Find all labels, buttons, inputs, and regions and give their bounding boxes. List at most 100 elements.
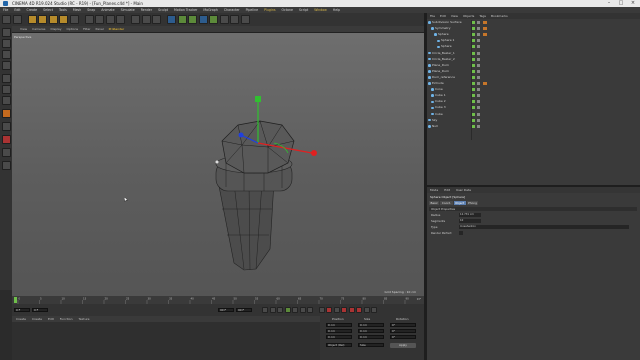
- object-row[interactable]: Cube 2: [427, 99, 640, 104]
- object-row[interactable]: Cube 1: [427, 93, 640, 98]
- size-x-field[interactable]: 0 cm: [358, 323, 384, 327]
- render-view-icon[interactable]: [131, 15, 140, 24]
- position-x-field[interactable]: 0 cm: [326, 323, 352, 327]
- current-frame-field[interactable]: 0 F: [14, 308, 30, 312]
- planar-workplane-icon[interactable]: [1, 161, 11, 170]
- preview-end-field[interactable]: 90 F: [236, 308, 252, 312]
- viewport-menu-filter[interactable]: Filter: [83, 27, 90, 31]
- scale-key-icon[interactable]: [348, 307, 355, 313]
- visibility-toggle-icon[interactable]: [472, 75, 475, 79]
- previous-frame-icon[interactable]: [277, 307, 283, 313]
- auto-keying-icon[interactable]: [326, 307, 332, 313]
- deformer-icon[interactable]: [209, 15, 218, 24]
- attribute-menu-edit[interactable]: Edit: [444, 188, 450, 192]
- phong-tag-icon[interactable]: [483, 26, 487, 31]
- subdivision-generator-icon[interactable]: [188, 15, 197, 24]
- visibility-toggle-icon[interactable]: [472, 112, 475, 116]
- object-menu-view[interactable]: View: [451, 14, 458, 18]
- move-tool-icon[interactable]: [38, 15, 47, 24]
- visibility-toggle-icon[interactable]: [472, 100, 475, 104]
- timeline-ruler[interactable]: 0 5 10 15 20 25 30 35 40 45 50 55 60 65 70 75 80 85 90 0 F: [12, 296, 424, 304]
- rotation-key-icon[interactable]: [356, 307, 362, 313]
- object-menu-tags[interactable]: Tags: [479, 14, 486, 18]
- param-render-perfect-field[interactable]: [459, 231, 463, 235]
- previous-key-icon[interactable]: [269, 307, 276, 313]
- menu-file[interactable]: File: [3, 8, 8, 12]
- menu-help[interactable]: Help: [333, 8, 340, 12]
- visibility-toggle-icon[interactable]: [472, 118, 475, 122]
- rotate-tool-icon[interactable]: [59, 15, 68, 24]
- menu-create[interactable]: Create: [27, 8, 38, 12]
- material-menu-texture[interactable]: Texture: [79, 317, 90, 321]
- attribute-menu-user-data[interactable]: User Data: [456, 188, 471, 192]
- render-toggle-icon[interactable]: [477, 88, 480, 92]
- object-menu-edit[interactable]: Edit: [440, 14, 446, 18]
- object-row[interactable]: Sky: [427, 118, 640, 123]
- render-settings-icon[interactable]: [152, 15, 161, 24]
- menu-sculpt[interactable]: Sculpt: [158, 8, 168, 12]
- y-axis-lock-icon[interactable]: [95, 15, 104, 24]
- object-row[interactable]: Extrude: [427, 81, 640, 86]
- recent-tools-icon[interactable]: [69, 15, 79, 24]
- visibility-toggle-icon[interactable]: [472, 88, 475, 92]
- visibility-toggle-icon[interactable]: [472, 33, 475, 37]
- viewport-menu-prorender[interactable]: ProRender: [109, 27, 124, 31]
- light-icon[interactable]: [240, 15, 250, 24]
- polygons-mode-icon[interactable]: [1, 96, 11, 105]
- render-toggle-icon[interactable]: [477, 21, 480, 24]
- rotation-b-field[interactable]: 0°: [390, 335, 416, 339]
- menu-window[interactable]: Window: [314, 8, 327, 12]
- object-row[interactable]: Subdivision Surface: [427, 20, 640, 25]
- object-row[interactable]: Circle_Bezier_1: [427, 51, 640, 56]
- menu-plugins[interactable]: Plugins: [264, 8, 275, 12]
- menu-render[interactable]: Render: [141, 8, 152, 12]
- playhead[interactable]: [14, 297, 17, 303]
- visibility-toggle-icon[interactable]: [472, 27, 475, 31]
- param-radius-field[interactable]: 12.731 cm: [459, 213, 481, 217]
- go-to-start-icon[interactable]: [262, 307, 268, 313]
- object-row[interactable]: Symmetry: [427, 26, 640, 31]
- viewport-menu-cameras[interactable]: Cameras: [32, 27, 45, 31]
- render-picture-viewer-icon[interactable]: [141, 15, 151, 24]
- model-mode-icon[interactable]: [1, 39, 11, 48]
- render-toggle-icon[interactable]: [477, 51, 480, 55]
- menu-snap[interactable]: Snap: [87, 8, 95, 12]
- menu-edit[interactable]: Edit: [14, 8, 20, 12]
- redo-icon[interactable]: [12, 15, 22, 24]
- material-menu-create[interactable]: Create: [16, 317, 26, 321]
- record-keys-icon[interactable]: [318, 307, 325, 313]
- render-toggle-icon[interactable]: [477, 27, 480, 31]
- floor-scene-icon[interactable]: [219, 15, 229, 24]
- material-menu-function[interactable]: Function: [60, 317, 73, 321]
- render-toggle-icon[interactable]: [477, 63, 480, 67]
- menu-pipeline[interactable]: Pipeline: [246, 8, 258, 12]
- object-row[interactable]: Sphere: [427, 32, 640, 37]
- render-toggle-icon[interactable]: [477, 124, 480, 128]
- object-menu-objects[interactable]: Objects: [463, 14, 474, 18]
- phong-tag-icon[interactable]: [483, 20, 487, 25]
- visibility-toggle-icon[interactable]: [472, 57, 475, 61]
- viewport-menu-options[interactable]: Options: [67, 27, 79, 31]
- menu-mesh[interactable]: Mesh: [73, 8, 81, 12]
- render-toggle-icon[interactable]: [477, 33, 480, 37]
- render-toggle-icon[interactable]: [477, 39, 480, 43]
- param-segments-field[interactable]: 10: [459, 219, 481, 223]
- size-y-field[interactable]: 0 cm: [358, 329, 384, 333]
- object-row[interactable]: Plane_Dum: [427, 69, 640, 74]
- position-z-field[interactable]: 0 cm: [326, 335, 352, 339]
- z-axis-lock-icon[interactable]: [105, 15, 115, 24]
- material-manager-area[interactable]: [12, 322, 320, 360]
- phong-tag-icon[interactable]: [483, 81, 487, 86]
- viewport-menu-view[interactable]: View: [20, 27, 27, 31]
- pen-spline-icon[interactable]: [177, 15, 187, 24]
- start-frame-field[interactable]: 0 F: [32, 308, 48, 312]
- viewport-menu-panel[interactable]: Panel: [96, 27, 104, 31]
- visibility-toggle-icon[interactable]: [472, 39, 475, 43]
- object-row[interactable]: Sphere 1: [427, 38, 640, 43]
- make-editable-icon[interactable]: [1, 28, 11, 37]
- render-toggle-icon[interactable]: [477, 112, 480, 116]
- size-mode-select[interactable]: Size: [358, 343, 384, 347]
- rotation-p-field[interactable]: 0°: [390, 329, 416, 333]
- menu-mograph[interactable]: MoGraph: [203, 8, 217, 12]
- visibility-toggle-icon[interactable]: [472, 51, 475, 55]
